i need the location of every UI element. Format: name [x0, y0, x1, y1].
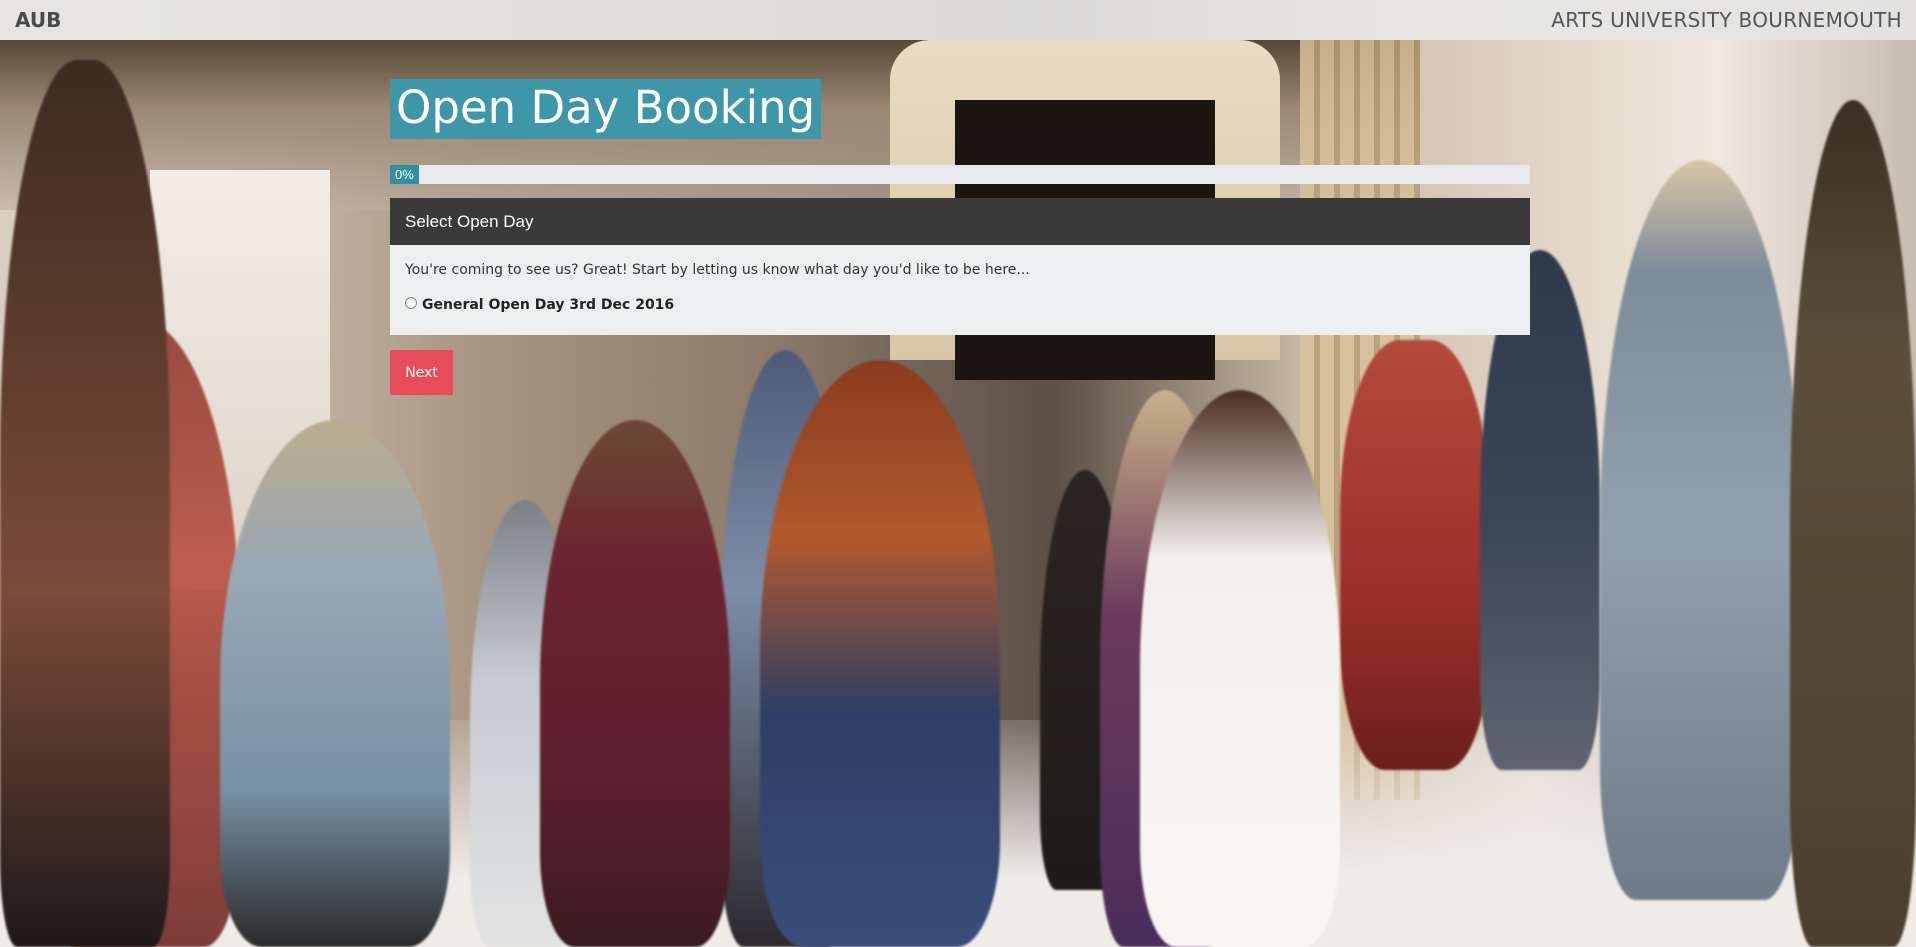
open-day-option-label[interactable]: General Open Day 3rd Dec 2016 — [422, 297, 674, 313]
page-title: Open Day Booking — [390, 79, 822, 139]
progress-label: 0% — [395, 167, 414, 182]
university-name: ARTS UNIVERSITY BOURNEMOUTH — [1551, 8, 1902, 32]
next-button[interactable]: Next — [390, 350, 453, 395]
panel-body: You're coming to see us? Great! Start by… — [390, 245, 1530, 335]
progress-bar-fill: 0% — [390, 165, 419, 184]
booking-form: Open Day Booking 0% Select Open Day You'… — [390, 79, 1530, 395]
intro-text: You're coming to see us? Great! Start by… — [405, 262, 1030, 278]
open-day-option[interactable]: General Open Day 3rd Dec 2016 — [405, 297, 1515, 313]
panel-heading: Select Open Day — [390, 198, 1530, 245]
open-day-radio[interactable] — [405, 297, 417, 309]
brand-logo-link[interactable]: AUB — [15, 8, 61, 32]
select-open-day-panel: Select Open Day You're coming to see us?… — [390, 198, 1530, 335]
progress-bar: 0% — [390, 165, 1530, 184]
top-navbar: AUB ARTS UNIVERSITY BOURNEMOUTH — [0, 0, 1916, 40]
